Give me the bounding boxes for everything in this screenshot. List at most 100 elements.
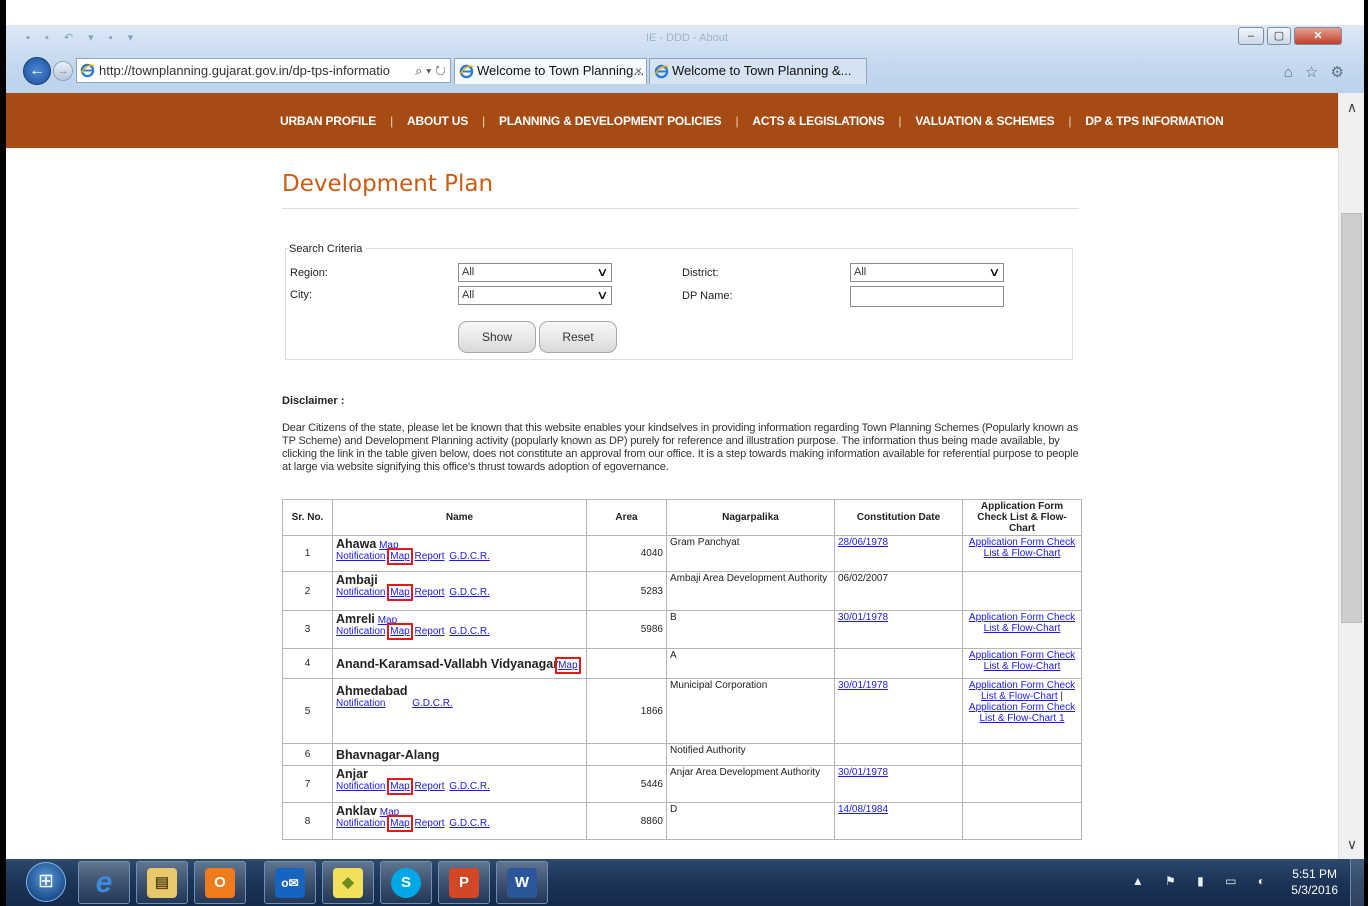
nav-about-us[interactable]: ABOUT US: [407, 114, 468, 128]
scroll-thumb[interactable]: [1341, 213, 1362, 623]
cell-application: Application Form Check List & Flow-Chart…: [962, 678, 1082, 744]
name-map-link[interactable]: Map: [379, 540, 398, 551]
row-links: Notification Map Report G.D.C.R.: [336, 778, 492, 795]
map-link[interactable]: Map: [387, 815, 413, 832]
nav-urban-profile[interactable]: URBAN PROFILE: [280, 114, 376, 128]
map-link[interactable]: Map: [387, 584, 413, 601]
city-name: Bhavnagar-Alang: [336, 747, 440, 762]
constitution-date-link[interactable]: 30/01/1978: [838, 680, 888, 691]
taskbar-word[interactable]: W: [496, 861, 548, 904]
cell-name: Bhavnagar-Alang: [332, 743, 587, 766]
application-form-link[interactable]: Application Form Check List & Flow-Chart: [969, 537, 1075, 559]
report-link[interactable]: Report: [414, 587, 444, 598]
nav-separator: |: [735, 113, 739, 128]
report-link[interactable]: Report: [414, 781, 444, 792]
restore-button[interactable]: ▢: [1267, 27, 1291, 45]
report-link[interactable]: Report: [414, 551, 444, 562]
tab-close-icon[interactable]: ×: [635, 59, 642, 83]
notification-link[interactable]: Notification: [336, 781, 385, 792]
cell-area: [586, 648, 667, 679]
gdcr-link[interactable]: G.D.C.R.: [449, 587, 490, 598]
link-separator: |: [1060, 691, 1064, 702]
development-plan-table: Sr. No. Name Area Nagarpalika Constituti…: [282, 499, 1082, 840]
map-link[interactable]: Map: [387, 623, 413, 640]
nav-dp-tps-information[interactable]: DP & TPS INFORMATION: [1085, 114, 1223, 128]
taskbar-powerpoint[interactable]: P: [438, 861, 490, 904]
taskbar-outlook-o[interactable]: O: [194, 861, 246, 904]
district-select[interactable]: All ∨: [850, 263, 1004, 282]
tab-1[interactable]: Welcome to Town Planning... ×: [454, 58, 647, 84]
name-map-link[interactable]: Map: [555, 656, 581, 674]
windows-taskbar: ⊞ e ▤ O o✉ ◆ S P W ▲ ⚑ ▮ ▭ ◐ 5:51 PM 5/3…: [6, 859, 1364, 906]
row-links: Notification Map Report G.D.C.R.: [336, 815, 492, 832]
report-link[interactable]: Report: [414, 818, 444, 829]
district-value: All: [854, 266, 867, 278]
taskbar-ie[interactable]: e: [78, 861, 130, 904]
forward-arrow-icon[interactable]: →: [53, 61, 73, 81]
scroll-down-icon[interactable]: ∨: [1339, 836, 1365, 853]
home-favorites-settings-icons[interactable]: ⌂ ☆ ⚙: [1284, 63, 1348, 81]
city-select[interactable]: All ∨: [458, 286, 612, 305]
close-window-button[interactable]: ✕: [1294, 27, 1342, 45]
scroll-up-icon[interactable]: ∧: [1339, 99, 1365, 116]
report-link[interactable]: Report: [414, 626, 444, 637]
cell-name: Ambaji Notification Map Report G.D.C.R.: [332, 571, 587, 611]
tab-2[interactable]: Welcome to Town Planning &...: [649, 58, 867, 84]
address-bar[interactable]: http://townplanning.gujarat.gov.in/dp-tp…: [76, 58, 451, 83]
name-map-link[interactable]: Map: [380, 807, 399, 818]
taskbar-explorer[interactable]: ▤: [136, 861, 188, 904]
table-row: 1 Ahawa Map Notification Map Report G.D.…: [282, 535, 1082, 572]
taskbar-outlook[interactable]: o✉: [264, 861, 316, 904]
cell-application: [962, 743, 1082, 766]
gdcr-link[interactable]: G.D.C.R.: [449, 551, 490, 562]
map-link[interactable]: Map: [387, 548, 413, 565]
nav-acts-legislations[interactable]: ACTS & LEGISLATIONS: [752, 114, 884, 128]
notification-link[interactable]: Notification: [336, 818, 385, 829]
gdcr-link[interactable]: G.D.C.R.: [449, 818, 490, 829]
back-arrow-icon[interactable]: ←: [23, 57, 51, 85]
cell-application: Application Form Check List & Flow-Chart: [962, 648, 1082, 679]
show-button[interactable]: Show: [458, 321, 536, 353]
taskbar-skype[interactable]: S: [380, 861, 432, 904]
windows-start-icon[interactable]: ⊞: [26, 862, 66, 902]
gdcr-link[interactable]: G.D.C.R.: [449, 626, 490, 637]
cell-sr: 2: [282, 571, 333, 611]
nav-valuation-schemes[interactable]: VALUATION & SCHEMES: [915, 114, 1054, 128]
nav-planning-policies[interactable]: PLANNING & DEVELOPMENT POLICIES: [499, 114, 722, 128]
application-form-link[interactable]: Application Form Check List & Flow-Chart: [969, 612, 1075, 634]
cell-date: [834, 743, 963, 766]
map-link[interactable]: Map: [387, 778, 413, 795]
table-row: 7 Anjar Notification Map Report G.D.C.R.…: [282, 765, 1082, 803]
constitution-date-link[interactable]: 30/01/1978: [838, 767, 888, 778]
application-form-link[interactable]: Application Form Check List & Flow-Chart: [969, 650, 1075, 672]
notification-link[interactable]: Notification: [336, 587, 385, 598]
taskbar-stickies[interactable]: ◆: [322, 861, 374, 904]
system-tray-icons[interactable]: ▲ ⚑ ▮ ▭ ◐: [1132, 874, 1274, 888]
city-name: Anklav: [336, 804, 377, 818]
site-navigation: URBAN PROFILE | ABOUT US | PLANNING & DE…: [6, 93, 1338, 148]
region-select[interactable]: All ∨: [458, 263, 612, 282]
reset-button[interactable]: Reset: [539, 321, 617, 353]
gdcr-link[interactable]: G.D.C.R.: [412, 698, 453, 709]
constitution-date-link[interactable]: 14/08/1984: [838, 804, 888, 815]
table-row: 5 Ahmedabad Notification G.D.C.R. 1866 M…: [282, 678, 1082, 744]
cell-sr: 5: [282, 678, 333, 744]
application-form-link-1[interactable]: Application Form Check List & Flow-Chart…: [969, 702, 1075, 724]
system-clock[interactable]: 5:51 PM 5/3/2016: [1291, 866, 1338, 898]
notification-link[interactable]: Notification: [336, 698, 385, 709]
constitution-date-link[interactable]: 30/01/1978: [838, 612, 888, 623]
vertical-scrollbar[interactable]: ∧ ∨: [1338, 93, 1364, 859]
frame-border-right: [1364, 0, 1368, 906]
notification-link[interactable]: Notification: [336, 626, 385, 637]
constitution-date-link[interactable]: 28/06/1978: [838, 537, 888, 548]
gdcr-link[interactable]: G.D.C.R.: [449, 781, 490, 792]
search-refresh-icon[interactable]: ⌕ ▾ ↻: [415, 59, 446, 82]
row-links: Notification Map Report G.D.C.R.: [336, 548, 492, 565]
name-map-link[interactable]: Map: [378, 615, 397, 626]
cell-name: Amreli Map Notification Map Report G.D.C…: [332, 610, 587, 649]
show-desktop-button[interactable]: [1350, 859, 1364, 906]
minimize-button[interactable]: –: [1238, 27, 1264, 45]
dp-name-input[interactable]: [850, 286, 1004, 307]
disclaimer-heading: Disclaimer :: [282, 395, 345, 407]
notification-link[interactable]: Notification: [336, 551, 385, 562]
